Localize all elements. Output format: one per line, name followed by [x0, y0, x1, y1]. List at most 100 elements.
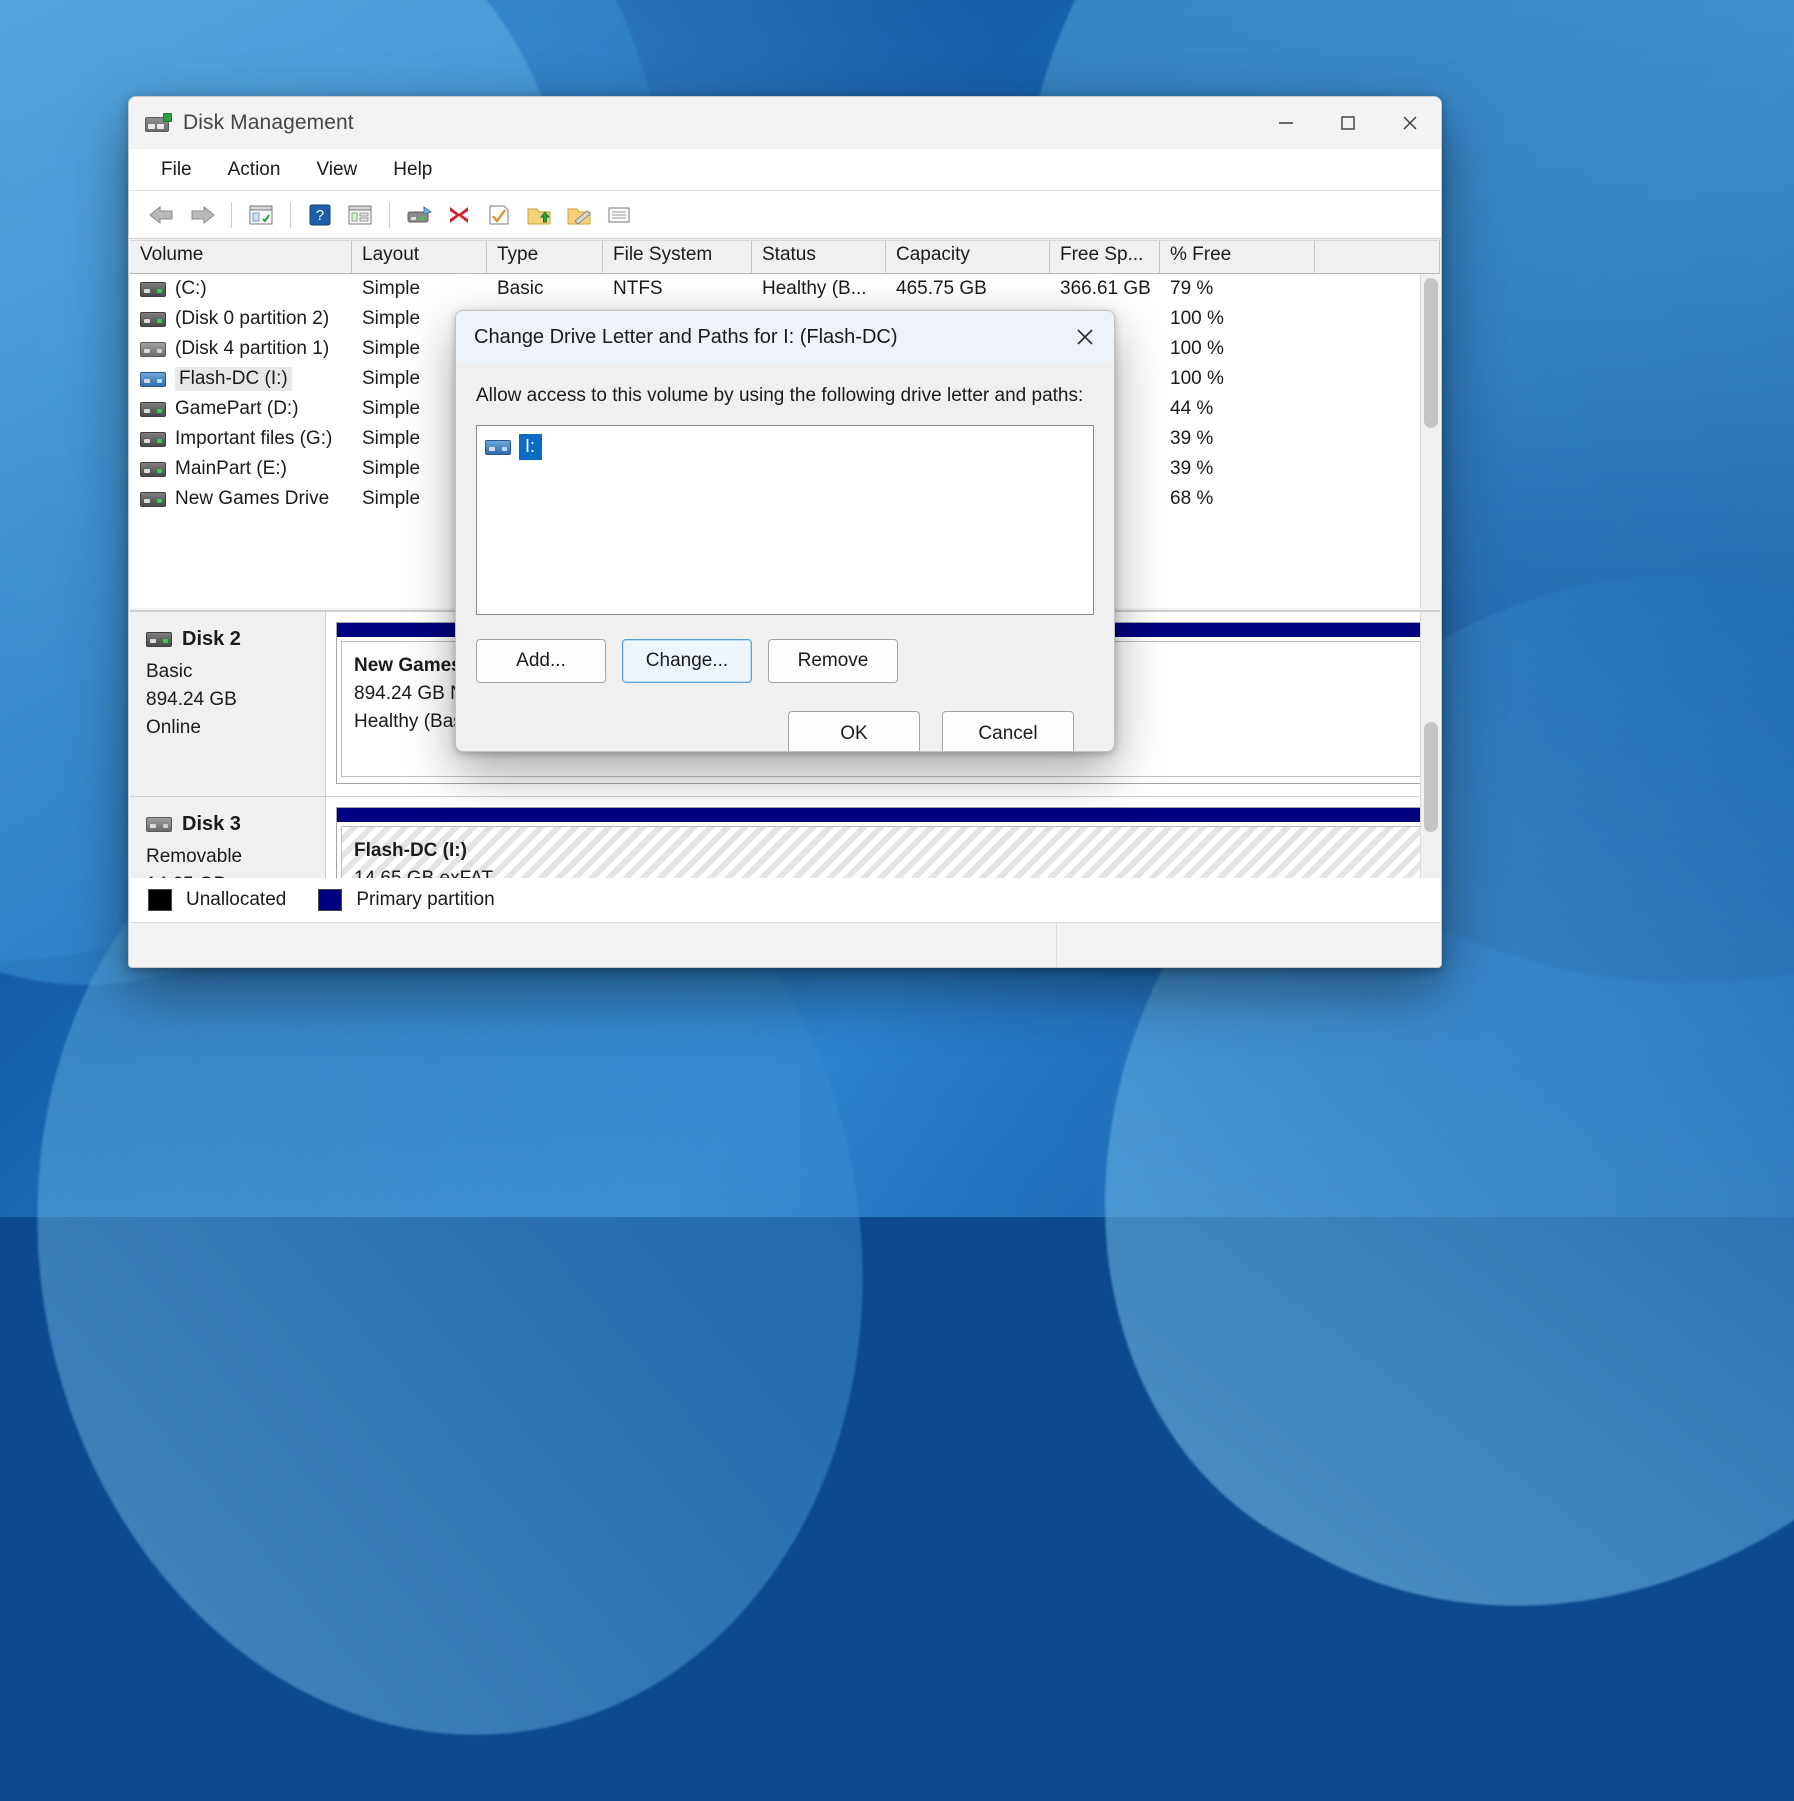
legend-swatch-primary-partition: [318, 889, 342, 911]
disk-view-scrollbar[interactable]: [1420, 612, 1440, 910]
volume-cell: (C:): [130, 278, 352, 300]
column-header-free-space[interactable]: Free Sp...: [1050, 241, 1160, 273]
volume-cell: GamePart (D:): [130, 398, 352, 420]
cell-pct: 100 %: [1160, 308, 1315, 330]
cancel-button[interactable]: Cancel: [942, 711, 1074, 752]
column-header-type[interactable]: Type: [487, 241, 603, 273]
dialog-title: Change Drive Letter and Paths for I: (Fl…: [474, 326, 898, 349]
status-bar-separator: [1056, 923, 1057, 968]
maximize-icon[interactable]: [1317, 97, 1379, 149]
menu-item-help[interactable]: Help: [379, 155, 446, 185]
disk-name: Disk 2: [182, 628, 241, 651]
check-icon[interactable]: [480, 197, 518, 233]
disk-meta: Basic894.24 GBOnline: [146, 658, 325, 742]
new-volume-icon[interactable]: [520, 197, 558, 233]
toolbar-separator: [290, 202, 291, 228]
remove-button[interactable]: Remove: [768, 639, 898, 683]
menu-bar: File Action View Help: [129, 149, 1441, 191]
column-header-percent-free[interactable]: % Free: [1160, 241, 1315, 273]
column-header-capacity[interactable]: Capacity: [886, 241, 1050, 273]
column-header-volume[interactable]: Volume: [130, 241, 352, 273]
legend-label-primary-partition: Primary partition: [356, 889, 494, 911]
disk-state: Online: [146, 714, 325, 742]
menu-item-file[interactable]: File: [147, 155, 206, 185]
volume-cell: New Games Drive: [130, 488, 352, 510]
volume-label: Flash-DC (I:): [175, 367, 292, 391]
hdd-icon-gray: [146, 817, 172, 832]
dialog-body: Allow access to this volume by using the…: [456, 363, 1114, 752]
disk-info-panel[interactable]: Disk 2 Basic894.24 GBOnline: [130, 612, 326, 796]
column-header-status[interactable]: Status: [752, 241, 886, 273]
show-hide-console-tree-icon[interactable]: [242, 197, 280, 233]
volume-cell: (Disk 0 partition 2): [130, 308, 352, 330]
disk-kind: Removable: [146, 843, 325, 871]
back-arrow-icon[interactable]: [143, 197, 181, 233]
cell-fs: NTFS: [603, 278, 752, 300]
title-bar[interactable]: Disk Management: [129, 97, 1441, 149]
close-icon[interactable]: [1056, 311, 1114, 363]
change-button[interactable]: Change...: [622, 639, 752, 683]
disk-view-scroll-thumb[interactable]: [1424, 722, 1438, 832]
hdd-icon: [140, 312, 166, 327]
menu-item-view[interactable]: View: [302, 155, 371, 185]
hdd-icon: [485, 440, 511, 455]
menu-item-action[interactable]: Action: [214, 155, 295, 185]
dialog-title-bar[interactable]: Change Drive Letter and Paths for I: (Fl…: [456, 311, 1114, 363]
volume-cell: Important files (G:): [130, 428, 352, 450]
cell-capacity: 465.75 GB: [886, 278, 1050, 300]
toolbar-separator: [231, 202, 232, 228]
disk-name: Disk 3: [182, 813, 241, 836]
hdd-icon: [140, 282, 166, 297]
volume-list-scroll-thumb[interactable]: [1424, 278, 1438, 428]
volume-cell: (Disk 4 partition 1): [130, 338, 352, 360]
volume-label: New Games Drive: [175, 488, 329, 510]
cell-layout: Simple: [352, 278, 487, 300]
volume-label: Important files (G:): [175, 428, 332, 450]
list-view-icon[interactable]: [600, 197, 638, 233]
volume-label: MainPart (E:): [175, 458, 287, 480]
extend-volume-icon[interactable]: [560, 197, 598, 233]
cell-pct: 100 %: [1160, 338, 1315, 360]
list-item[interactable]: I:: [485, 434, 1085, 460]
cell-status: Healthy (B...: [752, 278, 886, 300]
partition-color-bar: [337, 808, 1429, 822]
hdd-icon: [146, 632, 172, 647]
cell-pct: 79 %: [1160, 278, 1315, 300]
help-icon[interactable]: ?: [301, 197, 339, 233]
legend: Unallocated Primary partition: [130, 878, 1440, 922]
dialog-action-buttons: Add... Change... Remove: [476, 639, 1094, 683]
rescan-disks-icon[interactable]: [400, 197, 438, 233]
volume-label: (Disk 4 partition 1): [175, 338, 329, 360]
close-icon[interactable]: [1379, 97, 1441, 149]
status-bar: [130, 922, 1440, 967]
legend-label-unallocated: Unallocated: [186, 889, 286, 911]
volume-list-scrollbar[interactable]: [1420, 274, 1440, 608]
column-header-filler: [1315, 241, 1440, 273]
disk-title: Disk 3: [146, 813, 325, 836]
cell-pct: 44 %: [1160, 398, 1315, 420]
minimize-icon[interactable]: [1255, 97, 1317, 149]
disk-title: Disk 2: [146, 628, 325, 651]
partition-title: Flash-DC (I:): [354, 837, 1412, 865]
ok-button[interactable]: OK: [788, 711, 920, 752]
change-drive-letter-dialog: Change Drive Letter and Paths for I: (Fl…: [455, 310, 1115, 752]
hdd-icon: [140, 492, 166, 507]
hdd-icon: [140, 432, 166, 447]
disk-size: 894.24 GB: [146, 686, 325, 714]
delete-icon[interactable]: [440, 197, 478, 233]
forward-arrow-icon[interactable]: [183, 197, 221, 233]
disk-kind: Basic: [146, 658, 325, 686]
column-header-layout[interactable]: Layout: [352, 241, 487, 273]
column-header-file-system[interactable]: File System: [603, 241, 752, 273]
cell-pct: 39 %: [1160, 458, 1315, 480]
properties-icon[interactable]: [341, 197, 379, 233]
volume-cell: Flash-DC (I:): [130, 367, 352, 391]
drive-paths-list[interactable]: I:: [476, 425, 1094, 615]
drive-letter-value: I:: [519, 434, 542, 460]
volume-label: (C:): [175, 278, 207, 300]
table-row[interactable]: (C:)SimpleBasicNTFSHealthy (B...465.75 G…: [130, 274, 1440, 304]
toolbar: ?: [129, 191, 1441, 239]
add-button[interactable]: Add...: [476, 639, 606, 683]
cell-pct: 68 %: [1160, 488, 1315, 510]
hdd-icon-blue: [140, 372, 166, 387]
